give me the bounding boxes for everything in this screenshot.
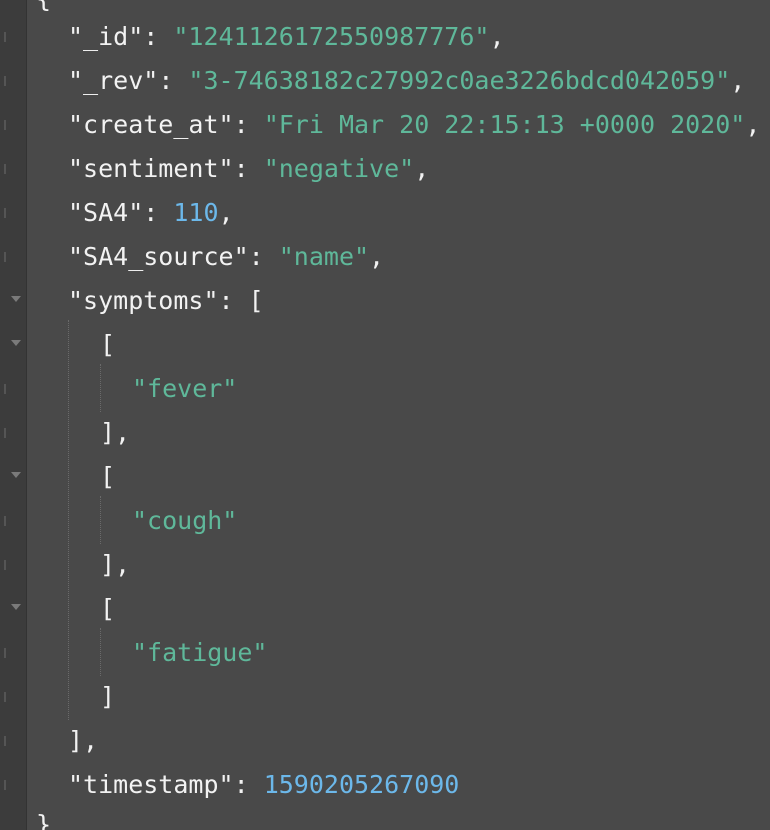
- json-key: "_id": [68, 22, 144, 51]
- json-key: "_rev": [68, 66, 159, 95]
- json-key: "sentiment": [68, 154, 234, 183]
- gutter-marker: [0, 76, 6, 86]
- json-line: [: [100, 330, 116, 359]
- indent-guide: [100, 364, 101, 412]
- json-line: "fever": [132, 374, 237, 404]
- json-key: "symptoms": [68, 286, 219, 315]
- gutter-marker: [0, 736, 6, 746]
- json-line: }: [36, 810, 51, 830]
- json-line: "cough": [132, 506, 237, 536]
- gutter-marker: [0, 120, 6, 130]
- json-string-value: "cough": [132, 506, 238, 535]
- json-string-value: "3-74638182c27992c0ae3226bdcd042059": [188, 66, 731, 95]
- json-line: "create_at": "Fri Mar 20 22:15:13 +0000 …: [68, 110, 761, 139]
- gutter-marker: [0, 428, 6, 438]
- gutter-marker: [0, 516, 6, 526]
- json-number-value: 110: [173, 198, 219, 227]
- json-line: ],: [100, 550, 131, 579]
- json-line: [: [100, 594, 116, 623]
- gutter-marker: [0, 692, 6, 702]
- fold-arrow-icon[interactable]: [11, 604, 21, 610]
- gutter-marker: [0, 648, 6, 658]
- open-brace: {: [36, 0, 51, 13]
- json-string-value: "1241126172550987776": [173, 22, 490, 51]
- close-brace: }: [36, 810, 52, 830]
- fold-arrow-icon[interactable]: [11, 296, 21, 302]
- indent-guide: [100, 496, 101, 544]
- json-string-value: "fever": [132, 374, 238, 403]
- gutter-marker: [0, 32, 6, 42]
- json-line: "sentiment": "negative",: [68, 154, 430, 183]
- json-line: ],: [100, 418, 131, 447]
- json-key: "SA4_source": [68, 242, 249, 271]
- indent-guide: [68, 320, 69, 720]
- indent-guide: [100, 628, 101, 676]
- json-line: "timestamp": 1590205267090: [68, 770, 460, 799]
- gutter-marker: [0, 208, 6, 218]
- json-line: {: [36, 0, 51, 14]
- json-line: "SA4": 110,: [68, 198, 234, 227]
- gutter-marker: [0, 560, 6, 570]
- fold-arrow-icon[interactable]: [11, 340, 21, 346]
- line-gutter: [0, 0, 27, 830]
- json-editor[interactable]: { "_id": "1241126172550987776", "_rev": …: [36, 0, 770, 830]
- gutter-marker: [0, 164, 6, 174]
- json-line: "symptoms": [: [68, 286, 264, 315]
- json-line: ]: [100, 682, 116, 711]
- gutter-marker: [0, 780, 6, 790]
- json-string-value: "negative": [263, 154, 415, 183]
- fold-arrow-icon[interactable]: [11, 472, 21, 478]
- json-line: "_rev": "3-74638182c27992c0ae3226bdcd042…: [68, 66, 746, 95]
- json-string-value: "Fri Mar 20 22:15:13 +0000 2020": [263, 110, 746, 139]
- json-line: "fatigue": [132, 638, 267, 668]
- json-line: "SA4_source": "name",: [68, 242, 385, 271]
- gutter-marker: [0, 252, 6, 262]
- json-key: "timestamp": [68, 770, 234, 799]
- json-line: "_id": "1241126172550987776",: [68, 22, 505, 51]
- gutter-marker: [0, 384, 6, 394]
- json-string-value: "name": [278, 242, 370, 271]
- json-string-value: "fatigue": [132, 638, 268, 667]
- json-key: "SA4": [68, 198, 144, 227]
- json-number-value: 1590205267090: [263, 770, 460, 799]
- json-line: ],: [68, 726, 99, 755]
- json-key: "create_at": [68, 110, 234, 139]
- json-line: [: [100, 462, 116, 491]
